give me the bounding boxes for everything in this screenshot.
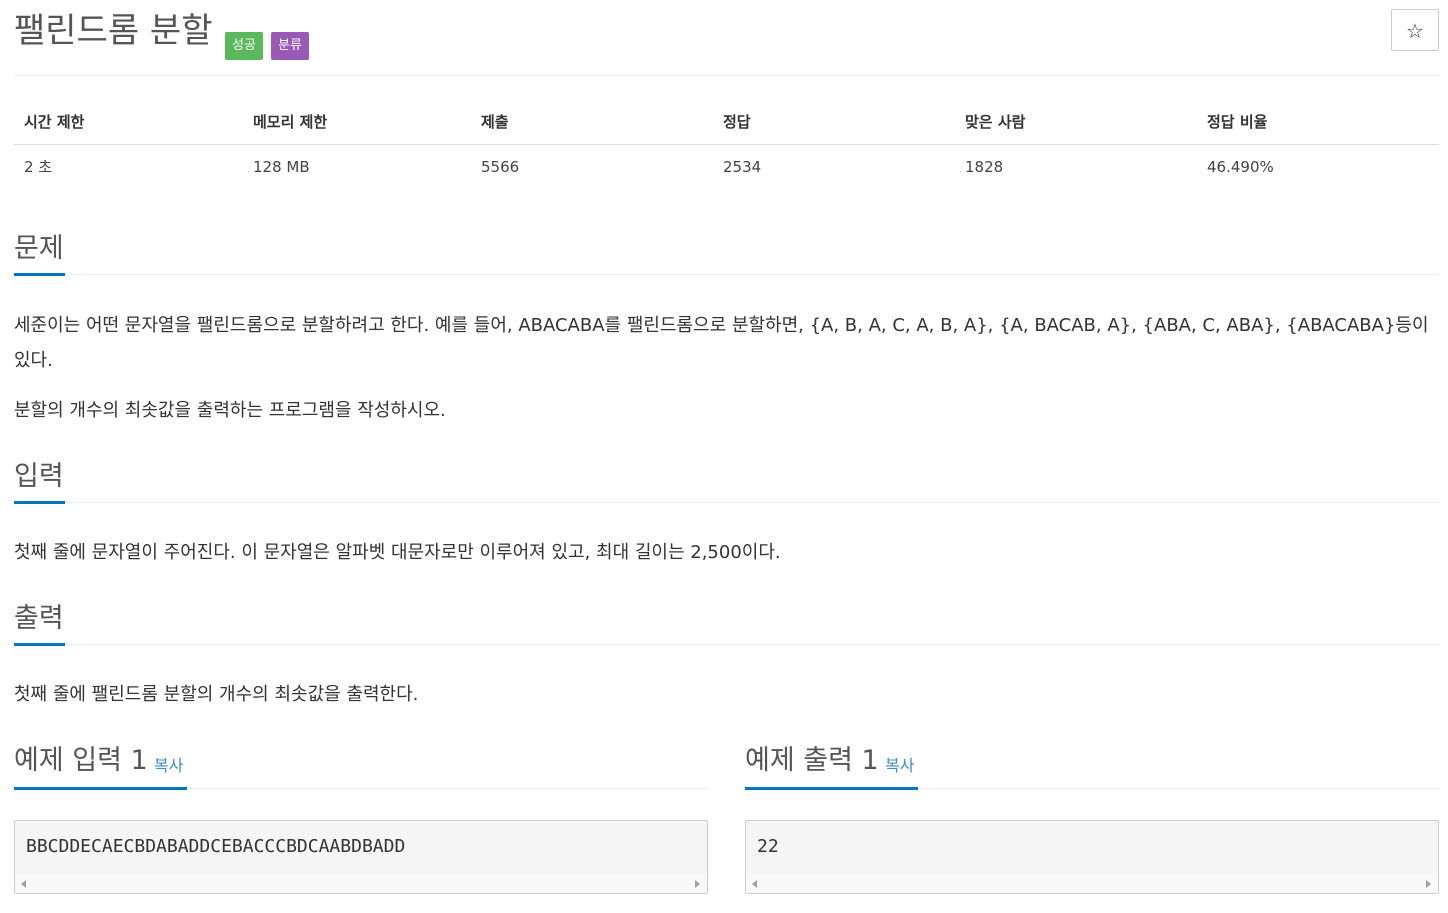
sample-output-heading: 예제 출력 1 복사 xyxy=(745,740,1439,790)
copy-output-button[interactable]: 복사 xyxy=(885,752,914,776)
problem-title: 팰린드롬 분할 xyxy=(14,11,213,51)
description-paragraph: 분할의 개수의 최솟값을 출력하는 프로그램을 작성하시오. xyxy=(14,400,446,421)
submissions-value[interactable]: 5566 xyxy=(481,145,519,189)
header-accept-ratio: 정답 비율 xyxy=(1207,113,1268,131)
accept-ratio-value: 46.490% xyxy=(1207,158,1274,176)
success-badge: 성공 xyxy=(225,32,263,60)
star-icon: ☆ xyxy=(1406,19,1424,43)
output-paragraph: 첫째 줄에 팰린드롬 분할의 개수의 최솟값을 출력한다. xyxy=(14,684,419,705)
table-header-row: 시간 제한 메모리 제한 제출 정답 맞은 사람 정답 비율 xyxy=(14,100,1439,145)
scroll-right-icon[interactable] xyxy=(1426,880,1431,888)
header-solved-users: 맞은 사람 xyxy=(965,113,1026,131)
heading-underline xyxy=(14,501,65,504)
heading-underline xyxy=(14,273,65,276)
star-button[interactable]: ☆ xyxy=(1391,9,1439,51)
header-submissions: 제출 xyxy=(481,113,509,131)
table-row: 2 초 128 MB 5566 2534 1828 46.490% xyxy=(14,145,1439,189)
header-accepted: 정답 xyxy=(723,113,751,131)
problem-info-table: 시간 제한 메모리 제한 제출 정답 맞은 사람 정답 비율 2 초 128 M… xyxy=(14,100,1439,189)
section-title: 문제 xyxy=(14,233,64,264)
time-limit-value: 2 초 xyxy=(24,158,53,176)
title-divider xyxy=(14,75,1439,76)
sample-output: 예제 출력 1 복사 22 xyxy=(745,740,1439,894)
output-heading: 출력 xyxy=(14,600,1439,646)
header-memory-limit: 메모리 제한 xyxy=(253,113,328,131)
sample-input-content: BBCDDECAECBDABADDCEBACCCBDCAABDBADD xyxy=(26,836,406,857)
heading-underline xyxy=(14,787,187,790)
sample-input: 예제 입력 1 복사 BBCDDECAECBDABADDCEBACCCBDCAA… xyxy=(14,740,708,894)
section-title: 출력 xyxy=(14,603,64,634)
heading-underline xyxy=(745,787,918,790)
sample-input-heading: 예제 입력 1 복사 xyxy=(14,740,708,790)
memory-limit-value: 128 MB xyxy=(253,158,310,176)
solved-users-value[interactable]: 1828 xyxy=(965,145,1003,189)
scroll-left-icon[interactable] xyxy=(752,880,757,888)
scroll-right-icon[interactable] xyxy=(695,880,700,888)
section-title: 예제 출력 1 xyxy=(745,745,879,776)
scroll-left-icon[interactable] xyxy=(21,880,26,888)
sample-output-box[interactable]: 22 xyxy=(745,820,1439,894)
sample-output-content: 22 xyxy=(757,836,779,857)
description-paragraph: 세준이는 어떤 문자열을 팰린드롬으로 분할하려고 한다. 예를 들어, ABA… xyxy=(14,315,1429,371)
input-paragraph: 첫째 줄에 문자열이 주어진다. 이 문자열은 알파벳 대문자로만 이루어져 있… xyxy=(14,542,781,563)
heading-underline xyxy=(14,643,65,646)
horizontal-scrollbar[interactable] xyxy=(15,873,707,893)
section-title: 입력 xyxy=(14,461,64,492)
accepted-value[interactable]: 2534 xyxy=(723,145,761,189)
input-heading: 입력 xyxy=(14,458,1439,504)
horizontal-scrollbar[interactable] xyxy=(746,873,1438,893)
copy-input-button[interactable]: 복사 xyxy=(154,752,183,776)
description-heading: 문제 xyxy=(14,230,1439,276)
category-badge[interactable]: 분류 xyxy=(271,32,309,60)
header-time-limit: 시간 제한 xyxy=(24,113,85,131)
title-row: 팰린드롬 분할 성공 분류 ☆ xyxy=(14,8,1439,60)
sample-input-box[interactable]: BBCDDECAECBDABADDCEBACCCBDCAABDBADD xyxy=(14,820,708,894)
section-title: 예제 입력 1 xyxy=(14,745,148,776)
